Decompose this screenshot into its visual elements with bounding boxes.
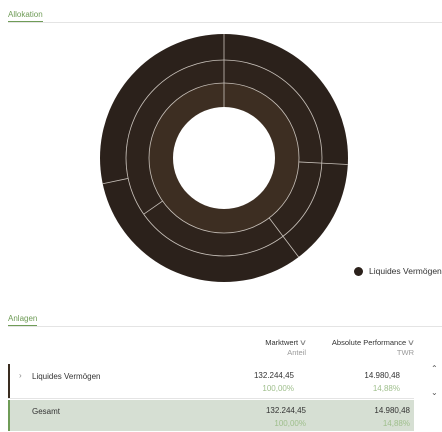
total-name: Gesamt	[32, 407, 61, 416]
tab-allokation[interactable]: Allokation	[8, 10, 43, 22]
column-header-marktwert[interactable]: Marktwert∨ Anteil	[242, 338, 307, 358]
row-name: Liquides Vermögen	[32, 372, 101, 381]
scroll-down-icon[interactable]: ⌄	[431, 388, 438, 397]
chart-legend: Liquides Vermögen	[354, 266, 442, 276]
column-header-performance-label: Absolute Performance	[331, 338, 407, 347]
total-twr: 14,88%	[382, 419, 410, 428]
tab-anlagen[interactable]: Anlagen	[8, 314, 38, 326]
divider	[8, 22, 442, 23]
column-header-performance[interactable]: Absolute Performance∨ TWR	[314, 338, 415, 358]
chevron-right-icon[interactable]: ›	[19, 371, 22, 380]
row-anteil: 100,00%	[262, 384, 294, 393]
total-performance: 14.980,48	[374, 406, 410, 415]
chevron-down-icon[interactable]: ∨	[299, 338, 307, 348]
allocation-sunburst-chart[interactable]	[99, 33, 349, 283]
total-anteil: 100,00%	[274, 419, 306, 428]
table-total-row: Gesamt 132.244,45 100,00% 14.980,48 14,8…	[8, 400, 414, 431]
scroll-up-icon[interactable]: ⌃	[431, 364, 438, 373]
row-color-marker	[8, 400, 10, 431]
column-header-marktwert-label: Marktwert	[265, 338, 299, 347]
row-marktwert: 132.244,45	[253, 371, 294, 380]
legend-label: Liquides Vermögen	[369, 266, 442, 276]
divider	[8, 326, 442, 327]
chevron-down-icon[interactable]: ∨	[407, 338, 415, 348]
column-subheader-twr: TWR	[396, 348, 414, 357]
column-subheader-anteil: Anteil	[287, 348, 306, 357]
row-twr: 14,88%	[372, 384, 400, 393]
row-performance: 14.980,48	[364, 371, 400, 380]
total-marktwert: 132.244,45	[265, 406, 306, 415]
table-row[interactable]: › Liquides Vermögen 132.244,45 100,00% 1…	[8, 364, 414, 399]
sunburst-center-hole	[173, 107, 275, 209]
row-color-marker	[8, 364, 10, 398]
legend-color-swatch	[354, 266, 363, 276]
